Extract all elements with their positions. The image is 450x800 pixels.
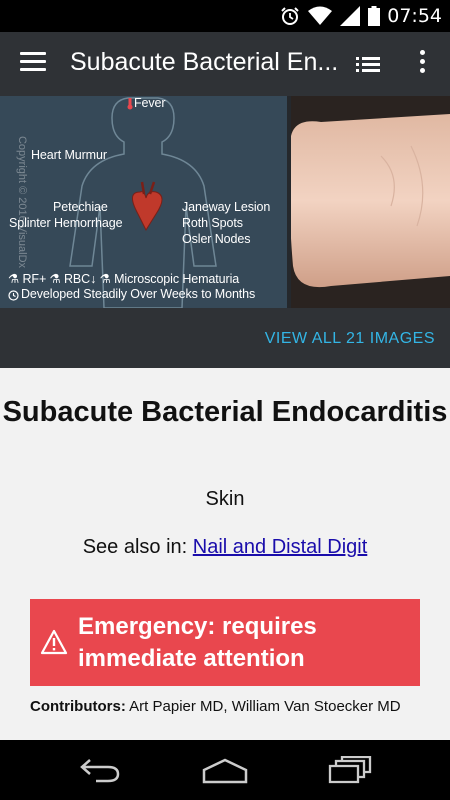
system-nav-bar bbox=[0, 740, 450, 800]
finger-lesion-photo[interactable] bbox=[291, 96, 450, 308]
finger-photo-image bbox=[291, 96, 450, 308]
battery-icon bbox=[368, 6, 380, 26]
overflow-menu-icon[interactable] bbox=[414, 50, 430, 78]
lab-findings-label: ⚗ RF+ ⚗ RBC↓ ⚗ Microscopic Hematuria bbox=[8, 272, 240, 286]
clock-icon bbox=[8, 290, 19, 301]
contributors-label: Contributors: bbox=[30, 698, 126, 715]
view-all-bar: VIEW ALL 21 IMAGES bbox=[0, 308, 450, 368]
status-time: 07:54 bbox=[387, 5, 442, 27]
fever-label: Fever bbox=[134, 96, 166, 110]
alarm-icon bbox=[281, 7, 299, 25]
osler-nodes-label: Osler Nodes bbox=[182, 232, 251, 246]
app-bar-title: Subacute Bacterial En... bbox=[70, 48, 339, 76]
onset-label: Developed Steadily Over Weeks to Months bbox=[21, 287, 256, 301]
wifi-icon bbox=[308, 6, 332, 25]
home-icon[interactable] bbox=[200, 756, 250, 784]
emergency-banner: Emergency: requires immediate attention bbox=[30, 599, 420, 686]
heart-murmur-label: Heart Murmur bbox=[31, 148, 107, 162]
status-icons bbox=[280, 6, 380, 26]
see-also-link[interactable]: Nail and Distal Digit bbox=[193, 536, 368, 558]
image-gallery[interactable]: Fever Heart Murmur Petechiae Splinter He… bbox=[0, 96, 450, 308]
copyright-watermark: Copyright © 2016 VisualDx bbox=[16, 135, 29, 269]
symptom-diagram-image[interactable]: Fever Heart Murmur Petechiae Splinter He… bbox=[0, 96, 287, 308]
roth-spots-label: Roth Spots bbox=[182, 216, 243, 230]
petechiae-label: Petechiae bbox=[53, 200, 108, 214]
warning-icon bbox=[40, 629, 68, 655]
list-view-icon[interactable] bbox=[356, 54, 384, 76]
janeway-lesion-label: Janeway Lesion bbox=[182, 200, 271, 214]
thermometer-icon bbox=[127, 98, 133, 110]
hamburger-menu-icon[interactable] bbox=[20, 52, 46, 74]
contributors-names: Art Papier MD, William Van Stoecker MD bbox=[125, 698, 401, 715]
app-bar: Subacute Bacterial En... bbox=[0, 32, 450, 96]
recents-icon[interactable] bbox=[328, 756, 374, 784]
signal-icon bbox=[340, 6, 360, 26]
status-bar: 07:54 bbox=[0, 0, 450, 32]
main-content: Subacute Bacterial Endocarditis Skin See… bbox=[0, 368, 450, 740]
see-also-prefix: See also in: bbox=[82, 536, 193, 558]
condition-title: Subacute Bacterial Endocarditis bbox=[2, 396, 448, 428]
view-all-images-link[interactable]: VIEW ALL 21 IMAGES bbox=[265, 330, 435, 348]
contributors-line: Contributors: Art Papier MD, William Van… bbox=[30, 696, 430, 717]
category-label: Skin bbox=[205, 488, 245, 510]
emergency-text: Emergency: requires immediate attention bbox=[78, 613, 317, 672]
see-also-line: See also in: Nail and Distal Digit bbox=[0, 536, 450, 559]
back-icon[interactable] bbox=[78, 756, 122, 784]
